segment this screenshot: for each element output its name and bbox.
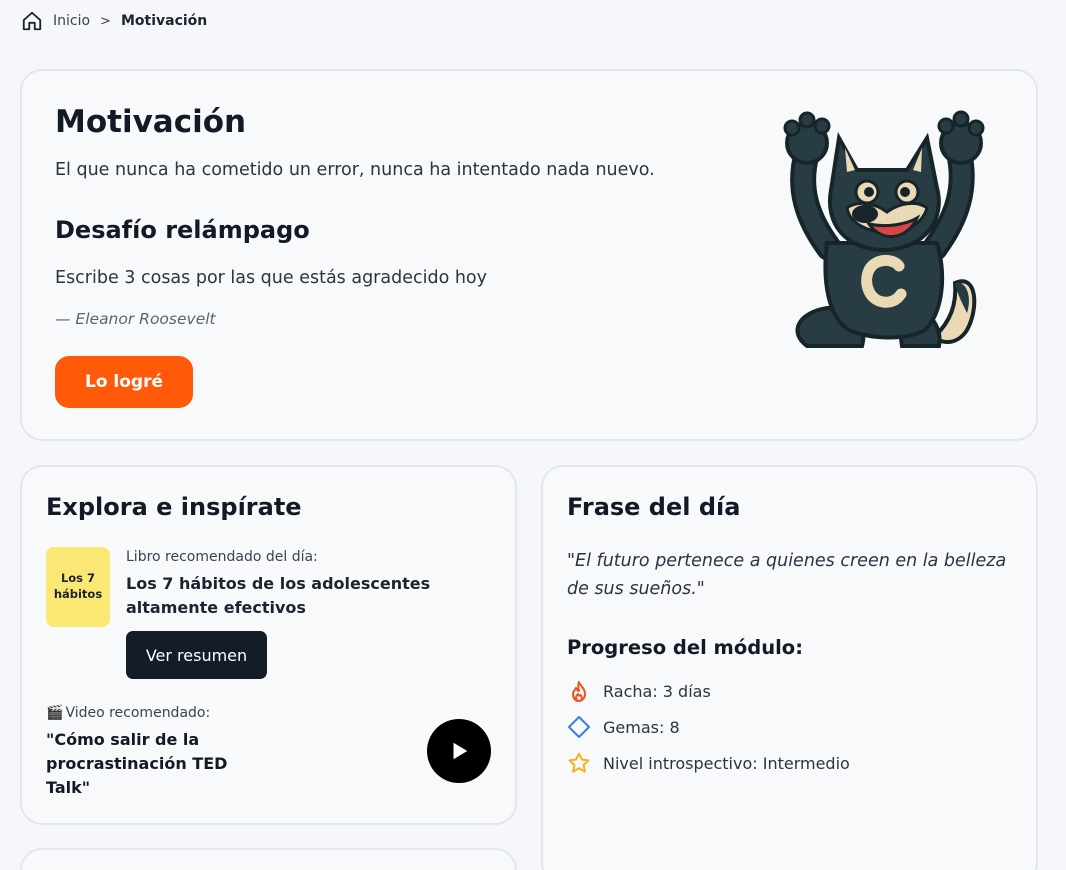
star-icon [567, 751, 591, 775]
breadcrumb: Inicio > Motivación [21, 10, 207, 32]
hero-subtitle: El que nunca ha cometido un error, nunca… [55, 160, 655, 180]
play-icon [453, 742, 468, 760]
streak-text: Racha: 3 días [603, 681, 711, 701]
book-label: Libro recomendado del día: [126, 549, 318, 565]
video-title: "Cómo salir de la procrastinación TED Ta… [46, 730, 228, 797]
gems-stat: Gemas: 8 [567, 715, 680, 739]
next-card [20, 848, 517, 870]
wolf-mascot-illustration [783, 110, 985, 348]
clapperboard-icon: 🎬 [46, 705, 64, 721]
diamond-icon [567, 715, 591, 739]
achieved-button[interactable]: Lo logré [55, 356, 193, 408]
explore-card: Explora e inspírate Los 7 hábitos Libro … [20, 465, 517, 825]
video-label-row: 🎬 Video recomendado: [46, 705, 210, 721]
breadcrumb-current: Motivación [120, 13, 208, 29]
explore-title: Explora e inspírate [46, 493, 302, 521]
motivation-hero-card: Motivación El que nunca ha cometido un e… [20, 69, 1038, 441]
challenge-text: Escribe 3 cosas por las que estás agrade… [55, 268, 487, 288]
video-label: Video recomendado: [65, 705, 211, 721]
flame-icon [567, 679, 591, 703]
progress-title: Progreso del módulo: [567, 636, 803, 659]
challenge-title: Desafío relámpago [55, 216, 310, 244]
streak-stat: Racha: 3 días [567, 679, 711, 703]
level-text: Nivel introspectivo: Intermedio [603, 753, 850, 773]
level-stat: Nivel introspectivo: Intermedio [567, 751, 850, 775]
daily-quote: "El futuro pertenece a quienes creen en … [567, 551, 1007, 599]
phrase-of-the-day-card: Frase del día "El futuro pertenece a qui… [541, 465, 1038, 870]
play-button[interactable] [427, 719, 491, 783]
page-title: Motivación [55, 104, 247, 140]
view-summary-button[interactable]: Ver resumen [126, 631, 267, 679]
quote-author: — Eleanor Roosevelt [55, 310, 216, 328]
breadcrumb-home-link[interactable]: Inicio [53, 13, 90, 29]
breadcrumb-separator: > [100, 13, 111, 29]
book-cover[interactable]: Los 7 hábitos [46, 547, 110, 627]
home-icon[interactable] [21, 10, 43, 32]
phrase-title: Frase del día [567, 493, 741, 521]
book-title: Los 7 hábitos de los adolescentes altame… [126, 574, 431, 617]
gems-text: Gemas: 8 [603, 717, 680, 737]
